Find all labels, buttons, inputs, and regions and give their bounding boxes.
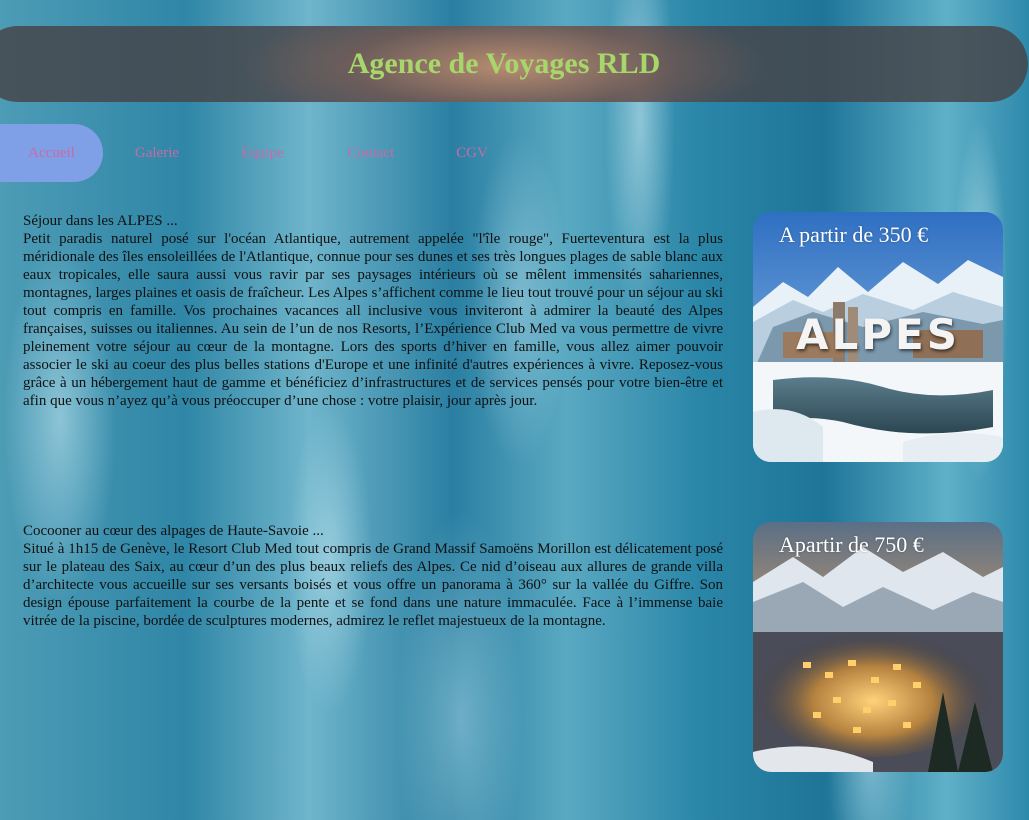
offer-title: Séjour dans les ALPES ...: [23, 213, 178, 229]
offer-price: Apartir de 750 €: [779, 532, 924, 557]
offer-alpes-image[interactable]: A partir de 350 € ALPES: [753, 212, 1003, 462]
offer-description: Petit paradis naturel posé sur l'océan A…: [23, 231, 723, 409]
nav-item-accueil[interactable]: Accueil: [0, 124, 103, 182]
offer-price: A partir de 350 €: [779, 222, 929, 247]
offer-description: Situé à 1h15 de Genève, le Resort Club M…: [23, 541, 723, 629]
main-nav: Accueil Galerie Equipe Contact CGV: [0, 124, 600, 182]
nav-item-contact[interactable]: Contact: [345, 124, 397, 182]
offer-title: Cocooner au cœur des alpages de Haute-Sa…: [23, 523, 324, 539]
offer-haute-savoie-image[interactable]: Apartir de 750 €: [753, 522, 1003, 772]
nav-item-equipe[interactable]: Equipe: [239, 124, 286, 182]
site-title: Agence de Voyages RLD: [347, 47, 661, 80]
offer-alpes-text: Séjour dans les ALPES ... Petit paradis …: [23, 212, 723, 410]
mountain-village-night: [753, 522, 1003, 772]
site-header: Agence de Voyages RLD: [0, 26, 1028, 102]
offer-haute-savoie-text: Cocooner au cœur des alpages de Haute-Sa…: [23, 522, 723, 630]
nav-item-galerie[interactable]: Galerie: [132, 124, 182, 182]
nav-item-cgv[interactable]: CGV: [454, 124, 490, 182]
image-label: ALPES: [796, 310, 960, 359]
